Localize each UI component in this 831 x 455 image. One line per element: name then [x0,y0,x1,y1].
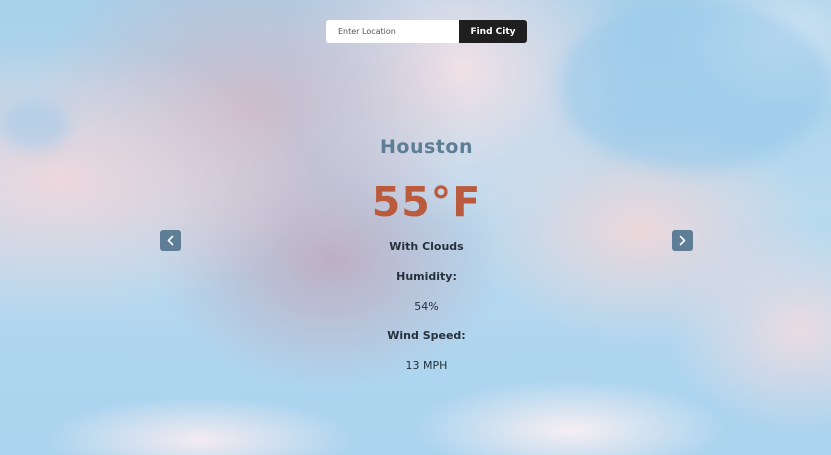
find-city-button[interactable]: Find City [459,20,527,43]
next-city-button[interactable] [672,230,693,251]
weather-condition: With Clouds [389,240,464,253]
chevron-left-icon [160,230,181,251]
previous-city-button[interactable] [160,230,181,251]
location-search-input[interactable] [326,20,459,43]
humidity-label: Humidity: [396,270,457,283]
weather-panel: Houston 55°F With Clouds Humidity: 54% W… [326,130,527,373]
temperature-value: 55°F [371,178,482,226]
wind-speed-label: Wind Speed: [387,329,466,342]
city-name: Houston [380,136,473,158]
chevron-right-icon [672,230,693,251]
wind-speed-value: 13 MPH [405,359,448,372]
cloud-background: Find City Houston 55°F With Clouds Humid… [0,0,831,455]
search-bar: Find City [326,20,527,43]
humidity-value: 54% [414,300,439,313]
